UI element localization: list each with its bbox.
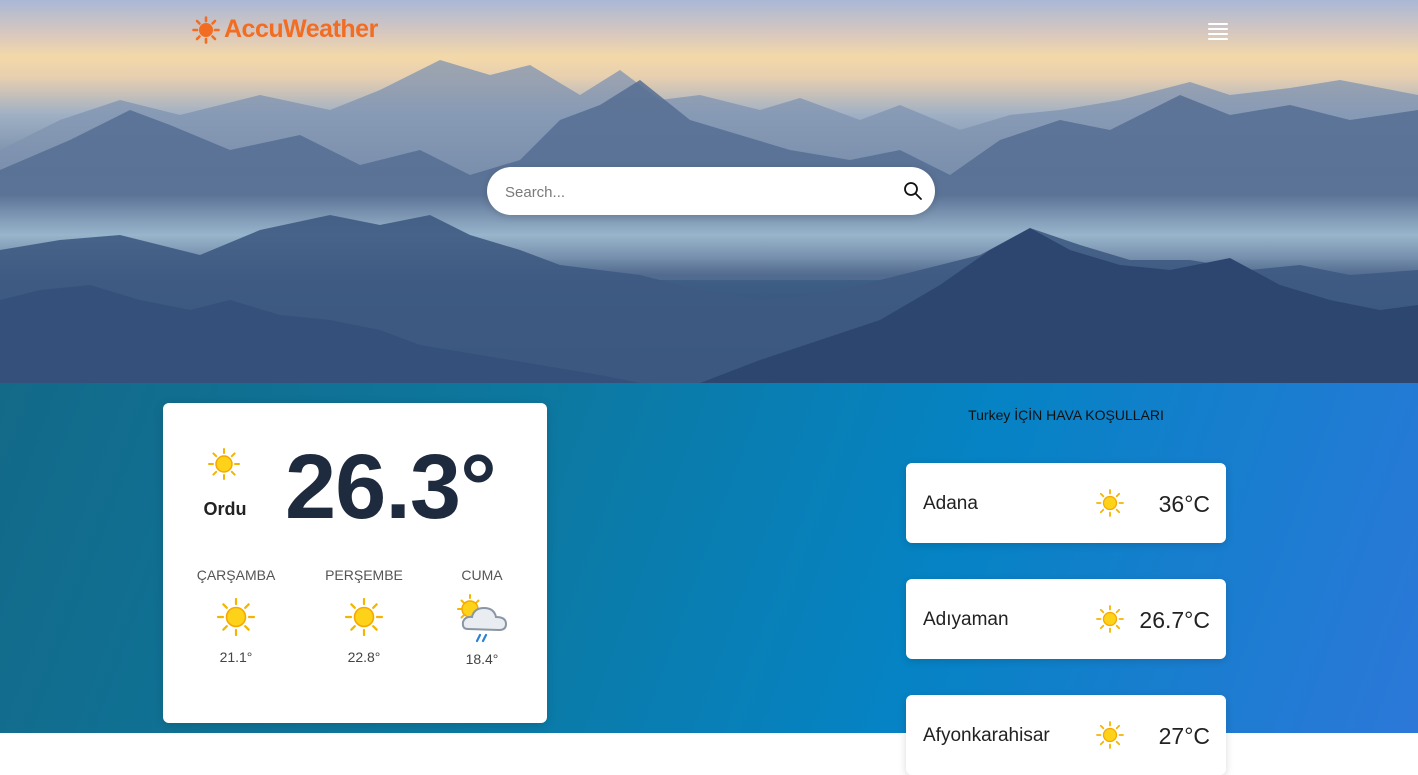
city-name: Adıyaman (923, 609, 1009, 630)
sunny-icon (1096, 489, 1124, 517)
forecast-day-label: ÇARŞAMBA (196, 567, 276, 583)
sunny-icon (1096, 605, 1124, 633)
hamburger-menu-icon[interactable] (1206, 20, 1230, 42)
search-input[interactable] (503, 167, 897, 217)
city-temp: 36°C (1158, 491, 1210, 517)
search-icon[interactable] (903, 181, 923, 201)
current-temperature: 26.3° (285, 436, 497, 538)
partly-cloudy-rain-icon (454, 593, 510, 645)
sunny-icon (1096, 721, 1124, 749)
forecast-day: CUMA 18.4° (427, 567, 537, 667)
forecast-day-label: PERŞEMBE (325, 567, 403, 583)
forecast-day: PERŞEMBE 22.8° (309, 567, 419, 665)
conditions-title: Turkey İÇİN HAVA KOŞULLARI (968, 407, 1164, 423)
search-bar (487, 167, 935, 217)
city-name: Adana (923, 493, 978, 514)
main-section: Ordu 26.3° ÇARŞAMBA 21.1° PERŞEMBE 22.8°… (0, 383, 1418, 775)
forecast-day-label: CUMA (461, 567, 503, 583)
accuweather-logo[interactable]: AccuWeather (192, 15, 378, 44)
forecast-day: ÇARŞAMBA 21.1° (181, 567, 291, 665)
city-temp: 26.7°C (1139, 607, 1210, 633)
sunny-icon (344, 597, 384, 637)
sunny-icon (216, 597, 256, 637)
city-weather-card[interactable]: Afyonkarahisar 27°C (906, 695, 1226, 775)
sun-logo-icon (192, 15, 220, 44)
current-weather-card: Ordu 26.3° ÇARŞAMBA 21.1° PERŞEMBE 22.8°… (163, 403, 547, 723)
current-city: Ordu (203, 499, 247, 519)
sunny-icon (207, 447, 241, 481)
forecast-temp: 18.4° (465, 651, 499, 667)
forecast-temp: 22.8° (347, 649, 381, 665)
city-name: Afyonkarahisar (923, 725, 1050, 746)
city-weather-card[interactable]: Adıyaman 26.7°C (906, 579, 1226, 659)
forecast-temp: 21.1° (219, 649, 253, 665)
hero-banner: AccuWeather (0, 0, 1418, 383)
city-temp: 27°C (1158, 723, 1210, 749)
brand-name: AccuWeather (224, 15, 378, 43)
city-weather-card[interactable]: Adana 36°C (906, 463, 1226, 543)
